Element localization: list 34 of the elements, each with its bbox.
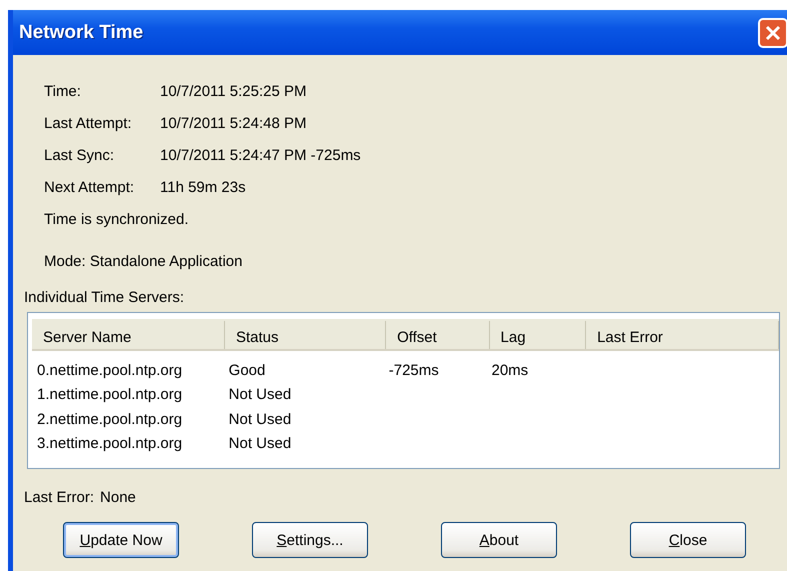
section-label: Individual Time Servers: bbox=[24, 289, 186, 306]
field-label: Time: bbox=[44, 82, 82, 100]
table-cell: 1.nettime.pool.ntp.org bbox=[37, 386, 182, 404]
dialog-button[interactable]: Settings... bbox=[252, 522, 368, 558]
close-icon[interactable] bbox=[758, 18, 787, 48]
mode-text: Mode: Standalone Application bbox=[44, 252, 242, 270]
dialog-button[interactable]: Close bbox=[630, 522, 746, 558]
table-cell: 2.nettime.pool.ntp.org bbox=[37, 410, 182, 428]
field-label: Last Error: bbox=[24, 489, 94, 506]
table-cell: 20ms bbox=[491, 362, 528, 379]
table-cell: 3.nettime.pool.ntp.org bbox=[37, 435, 182, 452]
table-cell: -725ms bbox=[388, 362, 439, 379]
table-cell: Not Used bbox=[228, 386, 292, 404]
table-cell: 0.nettime.pool.ntp.org bbox=[37, 362, 182, 379]
window-title: Network Time bbox=[19, 22, 144, 44]
dialog-button[interactable]: Update Now bbox=[63, 522, 179, 558]
table-cell: Not Used bbox=[228, 410, 292, 428]
sync-status: Time is synchronized. bbox=[44, 210, 188, 228]
field-label: Last Sync: bbox=[44, 146, 116, 164]
field-value: 11h 59m 23s bbox=[160, 178, 246, 196]
column-header[interactable]: Server Name bbox=[32, 321, 225, 349]
column-header[interactable]: Last Error bbox=[586, 321, 780, 349]
field-label: Next Attempt: bbox=[44, 178, 136, 196]
field-label: Last Attempt: bbox=[44, 114, 133, 132]
column-header[interactable]: Offset bbox=[386, 321, 490, 349]
field-value: None bbox=[100, 489, 136, 506]
column-header[interactable]: Status bbox=[224, 321, 386, 349]
column-header[interactable]: Lag bbox=[490, 321, 586, 349]
table-cell: Good bbox=[228, 362, 266, 379]
table-cell: Not Used bbox=[228, 435, 292, 452]
field-value: 10/7/2011 5:25:25 PM bbox=[160, 82, 306, 100]
field-value: 10/7/2011 5:24:47 PM -725ms bbox=[160, 146, 361, 164]
dialog-button[interactable]: About bbox=[441, 522, 557, 558]
field-value: 10/7/2011 5:24:48 PM bbox=[160, 114, 306, 132]
